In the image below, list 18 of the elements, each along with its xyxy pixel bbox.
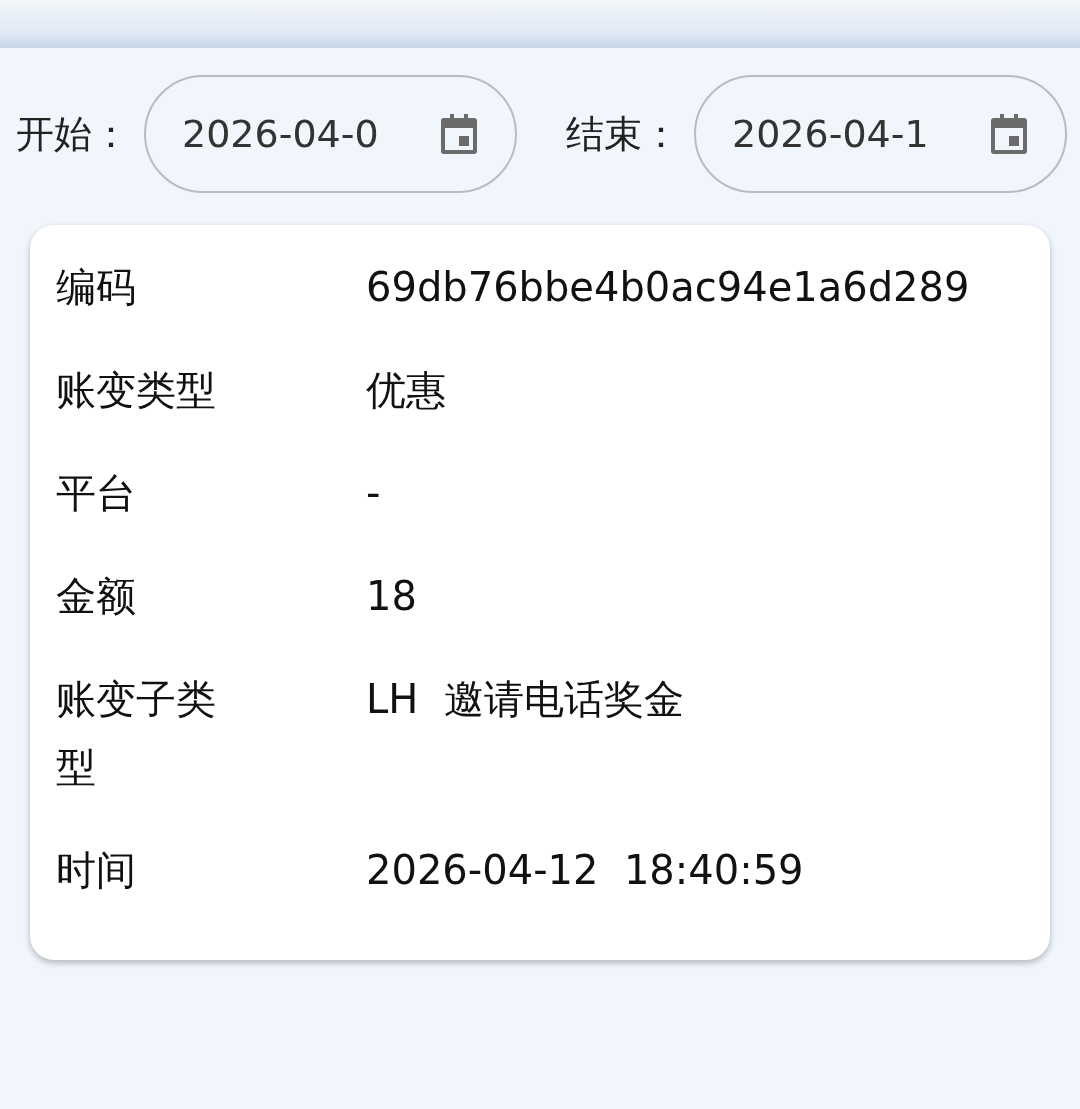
calendar-icon[interactable] [991, 114, 1027, 154]
field-value: - [366, 469, 382, 518]
field-value: 优惠 [366, 366, 447, 415]
field-label: 时间 [56, 846, 137, 895]
field-label: 编码 [56, 263, 137, 312]
date-field[interactable]: 2026-04-1 [694, 75, 1067, 193]
date-label: 结束： [566, 110, 680, 158]
field-value: 18 [366, 572, 418, 621]
field-label: 账变类型 [56, 366, 217, 415]
date-label: 开始： [16, 110, 130, 158]
field-value: LH 邀请电话奖金 [366, 675, 685, 724]
field-label: 账变子类型 [56, 675, 217, 792]
field-value: 2026-04-12 18:40:59 [366, 846, 805, 895]
date-field[interactable]: 2026-04-0 [144, 75, 517, 193]
field-label: 金额 [56, 572, 137, 621]
field-value: 69db76bbe4b0ac94e1a6d289 [366, 263, 971, 312]
calendar-icon[interactable] [441, 114, 477, 154]
field-label: 平台 [56, 469, 137, 518]
